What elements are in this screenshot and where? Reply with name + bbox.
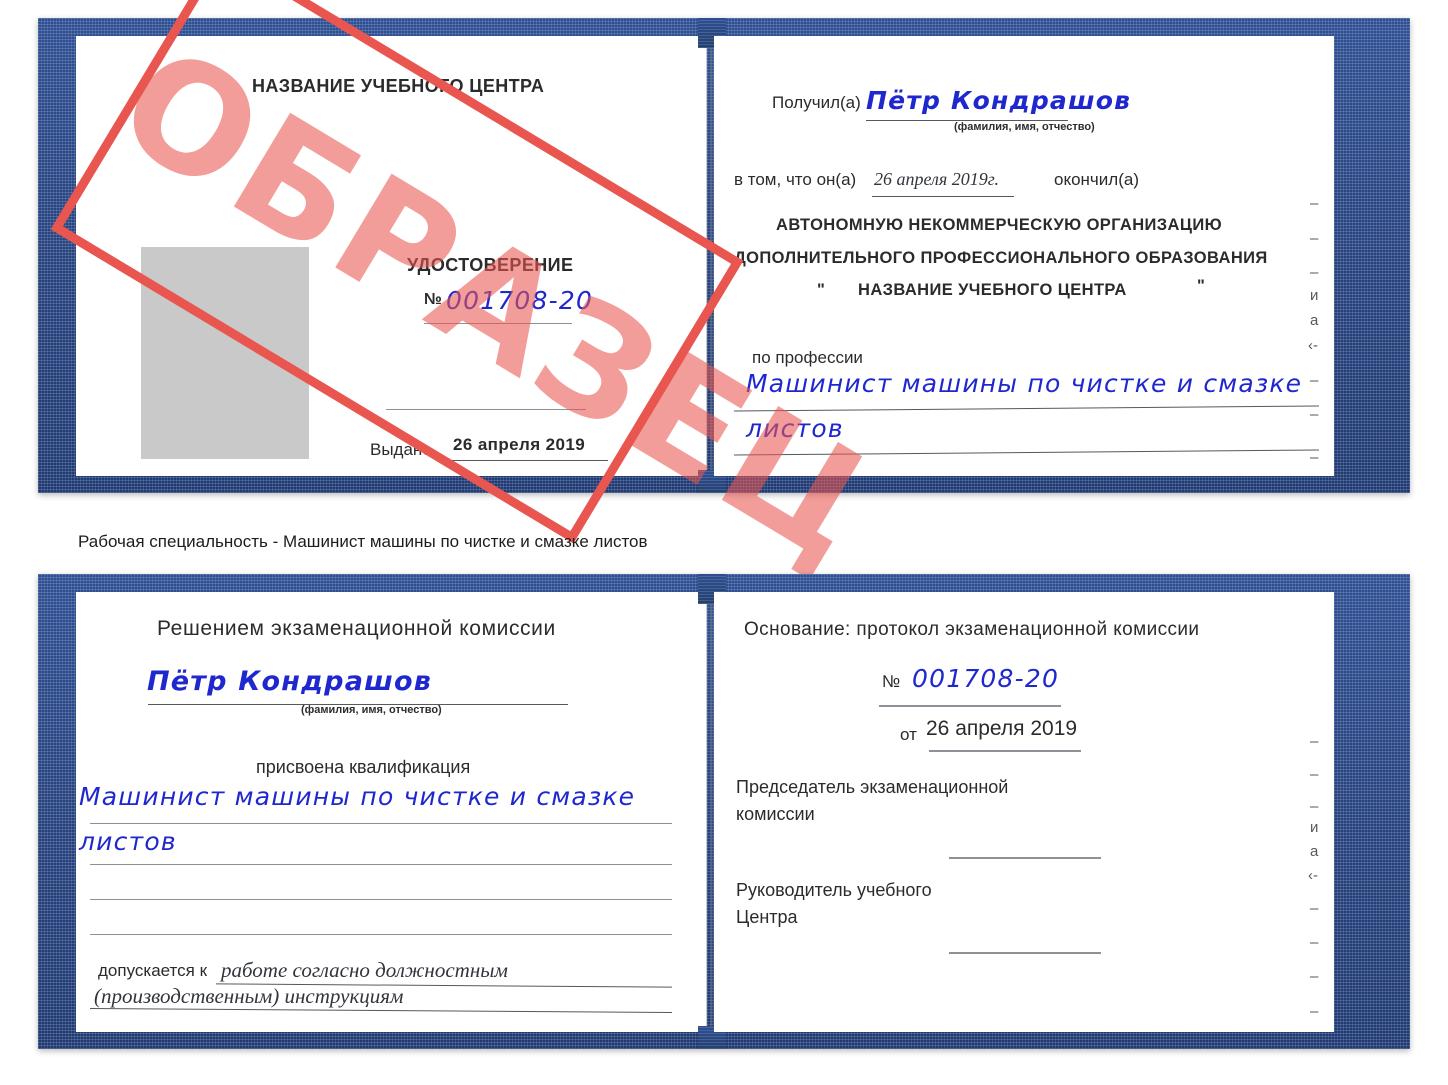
cert1-edge-artifact-3: и [1310,287,1319,304]
cert1-edge-artifact-0: – [1310,195,1319,212]
cert1-number-rule [424,323,572,324]
cert1-doc-type: УДОСТОВЕРЕНИЕ [407,255,574,275]
cert1-completion-date: 26 апреля 2019г. [874,169,1000,189]
cert2-edge-artifact-8: – [1310,968,1319,985]
cert1-issued-rule [450,460,608,461]
cert2-edge-artifact-7: – [1310,934,1319,951]
cert2-qualification-line2: листов [79,827,177,856]
cert1-profession-rule1 [734,405,1319,412]
cert1-received-label: Получил(а) [772,93,861,112]
cert1-blank-rule [386,409,586,410]
certificate-1-book: НАЗВАНИЕ УЧЕБНОГО ЦЕНТРА УДОСТОВЕРЕНИЕ №… [38,18,1410,493]
cert2-date-value: 26 апреля 2019 [926,717,1078,740]
cert1-completion-rule [872,196,1014,197]
cert2-edge-artifact-0: – [1310,733,1319,750]
cert1-edge-artifact-5: ‹- [1308,337,1318,354]
photo-placeholder [141,247,309,459]
cert1-edge-artifact-8: – [1310,449,1319,466]
cert2-fio-hint: (фамилия, имя, отчество) [301,704,442,716]
cert1-number-label: № [424,291,443,308]
cert1-org-line3: НАЗВАНИЕ УЧЕБНОГО ЦЕНТРА [858,281,1127,299]
cert1-in-that-label: в том, что он(а) [734,170,857,189]
cert2-spine [710,592,713,1032]
cert2-left-page: Решением экзаменационной комиссии Пётр К… [76,592,707,1032]
cert2-qual-rule4 [90,934,672,935]
cert2-edge-artifact-2: – [1310,798,1319,815]
cert2-commission-title: Решением экзаменационной комиссии [157,617,556,640]
cert2-qual-rule3 [90,899,672,900]
cert2-edge-artifact-9: – [1310,1003,1319,1020]
cert1-profession-line1: Машинист машины по чистке и смазке [746,369,1303,398]
cert1-right-page: Получил(а) Пётр Кондрашов (фамилия, имя,… [714,36,1334,476]
cert1-issued-label: Выдано [370,440,432,459]
screenshot-root: НАЗВАНИЕ УЧЕБНОГО ЦЕНТРА УДОСТОВЕРЕНИЕ №… [0,0,1448,1085]
cert2-edge-artifact-6: – [1310,900,1319,917]
cert2-qual-rule1 [90,823,672,824]
cert1-issued-value: 26 апреля 2019 [453,435,586,454]
cert1-fio-hint: (фамилия, имя, отчество) [954,121,1095,133]
cert1-spine [710,36,713,476]
cert1-edge-artifact-4: а [1310,312,1319,329]
cert2-edge-artifact-4: а [1310,843,1319,860]
cert2-right-page: Основание: протокол экзаменационной коми… [714,592,1334,1032]
cert2-number-rule [879,705,1061,707]
cert1-number-value: 001708-20 [446,286,594,315]
cert1-edge-artifact-1: – [1310,230,1319,247]
cert2-qualification-label: присвоена квалификация [256,757,471,777]
cert1-org-line2: ДОПОЛНИТЕЛЬНОГО ПРОФЕССИОНАЛЬНОГО ОБРАЗО… [734,249,1268,267]
cert2-number-value: 001708-20 [912,664,1060,693]
cert1-finished-label: окончил(а) [1054,170,1139,189]
cert1-left-page: НАЗВАНИЕ УЧЕБНОГО ЦЕНТРА УДОСТОВЕРЕНИЕ №… [76,36,707,476]
cert2-head-line1: Руководитель учебного [736,880,932,900]
cert1-profession-rule2 [734,449,1319,456]
cert1-edge-artifact-2: – [1310,264,1319,281]
cert2-basis-label: Основание: протокол экзаменационной коми… [744,619,1200,640]
cert1-org-line1: АВТОНОМНУЮ НЕКОММЕРЧЕСКУЮ ОРГАНИЗАЦИЮ [776,216,1222,234]
cert2-chairman-line1: Председатель экзаменационной [736,777,1009,797]
cert2-qual-rule2 [90,864,672,865]
cert1-received-value: Пётр Кондрашов [866,86,1132,115]
cert1-profession-line2: листов [746,414,844,443]
cert1-edge-artifact-7: – [1310,406,1319,423]
cert1-edge-artifact-6: – [1310,372,1319,389]
cert2-edge-artifact-5: ‹- [1308,867,1318,884]
cert2-head-line2: Центра [736,907,798,927]
cert2-name-value: Пётр Кондрашов [147,666,433,697]
cert1-profession-label: по профессии [752,348,863,367]
cert2-number-label: № [882,672,901,691]
certificate-2-book: Решением экзаменационной комиссии Пётр К… [38,574,1410,1049]
cert2-chairman-sign-rule [949,857,1101,859]
cert1-org-quote-open: " [817,281,826,299]
cert2-date-label: от [900,725,917,744]
cert2-edge-artifact-1: – [1310,766,1319,783]
cert2-qualification-line1: Машинист машины по чистке и смазке [79,782,636,811]
caption-text: Рабочая специальность - Машинист машины … [78,532,648,551]
cert2-chairman-line2: комиссии [736,804,815,824]
cert2-head-sign-rule [949,952,1101,954]
cert2-edge-artifact-3: и [1310,819,1319,836]
cert2-admitted-label: допускается к [98,961,208,980]
cert1-org-quote-close: " [1197,277,1206,295]
cert1-org-title: НАЗВАНИЕ УЧЕБНОГО ЦЕНТРА [252,76,545,96]
cert2-date-rule [929,750,1081,752]
cert2-admitted-line2: (производственным) инструкциям [94,984,404,1008]
cert2-admitted-line1: работе согласно должностным [221,958,508,982]
